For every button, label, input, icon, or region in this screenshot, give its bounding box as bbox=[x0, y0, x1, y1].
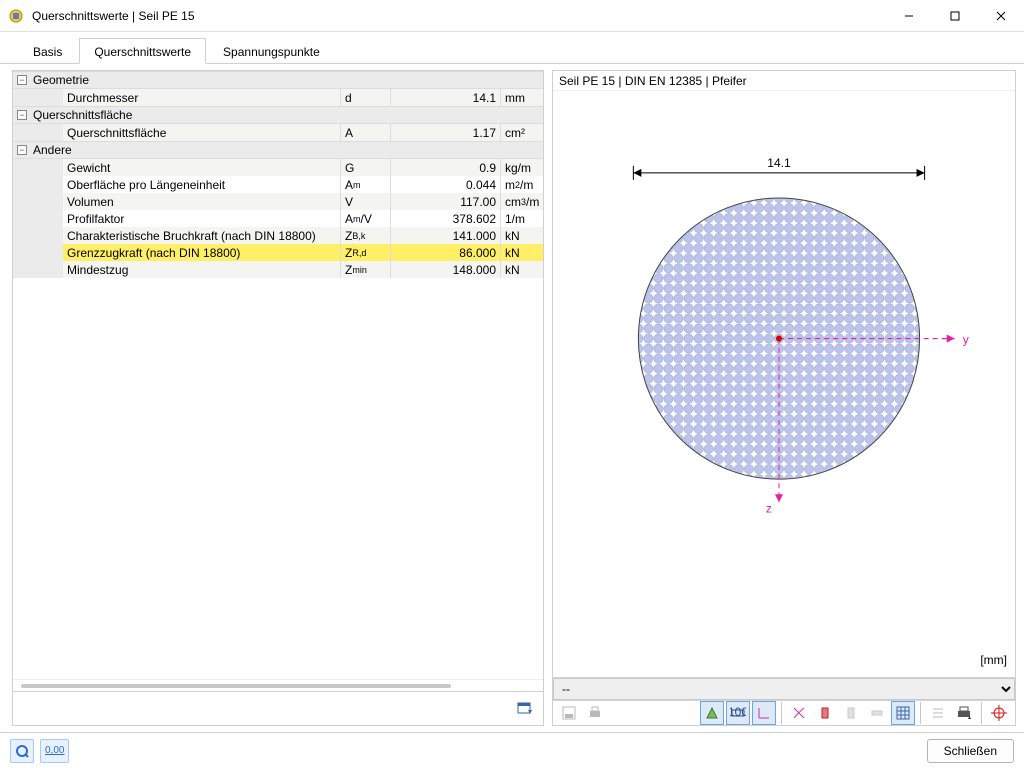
property-unit: kg/m bbox=[501, 159, 543, 176]
main-tabs: Basis Querschnittswerte Spannungspunkte bbox=[0, 32, 1024, 64]
property-symbol: d bbox=[341, 89, 391, 106]
property-symbol: Am/V bbox=[341, 210, 391, 227]
tab-basis[interactable]: Basis bbox=[18, 38, 77, 63]
close-window-button[interactable] bbox=[978, 0, 1024, 32]
help-button[interactable] bbox=[10, 739, 34, 763]
property-value: 117.00 bbox=[391, 193, 501, 210]
property-value: 148.000 bbox=[391, 261, 501, 278]
tool-stress3-icon[interactable] bbox=[865, 701, 889, 725]
property-symbol: Zmin bbox=[341, 261, 391, 278]
preview-title: Seil PE 15 | DIN EN 12385 | Pfeifer bbox=[553, 71, 1015, 91]
tool-grid-icon[interactable] bbox=[891, 701, 915, 725]
property-unit: kN bbox=[501, 261, 543, 278]
property-grid[interactable]: −GeometrieDurchmesserd14.1mm−Querschnitt… bbox=[13, 71, 543, 679]
group-header[interactable]: −Querschnittsfläche bbox=[13, 106, 543, 124]
property-symbol: A bbox=[341, 124, 391, 141]
property-name: Durchmesser bbox=[63, 89, 341, 106]
property-unit: cm3/m bbox=[501, 193, 543, 210]
property-unit: m2/m bbox=[501, 176, 543, 193]
property-unit: kN bbox=[501, 244, 543, 261]
tool-stress2-icon[interactable] bbox=[839, 701, 863, 725]
dimension-label: 14.1 bbox=[767, 156, 791, 170]
collapse-icon[interactable]: − bbox=[17, 75, 27, 85]
tool-view1-icon[interactable] bbox=[700, 701, 724, 725]
group-header[interactable]: −Geometrie bbox=[13, 71, 543, 89]
property-row[interactable]: Charakteristische Bruchkraft (nach DIN 1… bbox=[13, 227, 543, 244]
property-row[interactable]: MindestzugZmin148.000kN bbox=[13, 261, 543, 278]
property-unit: kN bbox=[501, 227, 543, 244]
property-name: Grenzzugkraft (nach DIN 18800) bbox=[63, 244, 341, 261]
tool-dimensions-icon[interactable]: 100 bbox=[726, 701, 750, 725]
property-value: 378.602 bbox=[391, 210, 501, 227]
property-unit: 1/m bbox=[501, 210, 543, 227]
property-unit: cm² bbox=[501, 124, 543, 141]
property-symbol: V bbox=[341, 193, 391, 210]
tool-stress1-icon[interactable] bbox=[813, 701, 837, 725]
tool-axes-icon[interactable] bbox=[752, 701, 776, 725]
property-symbol: ZR,d bbox=[341, 244, 391, 261]
status-bar: 0,00 Schließen bbox=[0, 732, 1024, 768]
property-row[interactable]: VolumenV117.00cm3/m bbox=[13, 193, 543, 210]
property-row[interactable]: ProfilfaktorAm/V378.6021/m bbox=[13, 210, 543, 227]
preview-dropdown-row: -- bbox=[553, 677, 1015, 700]
horizontal-scrollbar[interactable] bbox=[13, 679, 543, 691]
property-row[interactable]: QuerschnittsflächeA1.17cm² bbox=[13, 124, 543, 141]
tool-print-icon[interactable] bbox=[583, 701, 607, 725]
svg-text:100: 100 bbox=[730, 705, 746, 719]
tool-list-icon[interactable] bbox=[926, 701, 950, 725]
property-name: Mindestzug bbox=[63, 261, 341, 278]
property-symbol: ZB,k bbox=[341, 227, 391, 244]
group-header[interactable]: −Andere bbox=[13, 141, 543, 159]
property-row[interactable]: Oberfläche pro LängeneinheitAm0.044m2/m bbox=[13, 176, 543, 193]
property-panel: −GeometrieDurchmesserd14.1mm−Querschnitt… bbox=[12, 70, 544, 726]
property-value: 0.044 bbox=[391, 176, 501, 193]
property-value: 86.000 bbox=[391, 244, 501, 261]
tab-querschnittswerte[interactable]: Querschnittswerte bbox=[79, 38, 206, 64]
tab-spannungspunkte[interactable]: Spannungspunkte bbox=[208, 38, 335, 63]
property-name: Profilfaktor bbox=[63, 210, 341, 227]
tool-print2-icon[interactable] bbox=[952, 701, 976, 725]
property-value: 0.9 bbox=[391, 159, 501, 176]
property-name: Querschnittsfläche bbox=[63, 124, 341, 141]
property-row[interactable]: GewichtG0.9kg/m bbox=[13, 159, 543, 176]
property-unit: mm bbox=[501, 89, 543, 106]
property-row[interactable]: Durchmesserd14.1mm bbox=[13, 89, 543, 106]
axis-y-label: y bbox=[963, 333, 969, 347]
property-symbol: G bbox=[341, 159, 391, 176]
preview-unit: [mm] bbox=[980, 653, 1007, 667]
left-toolbar bbox=[13, 691, 543, 725]
minimize-button[interactable] bbox=[886, 0, 932, 32]
collapse-icon[interactable]: − bbox=[17, 145, 27, 155]
close-button[interactable]: Schließen bbox=[927, 739, 1014, 763]
preview-toolbar: 100 bbox=[553, 700, 1015, 725]
property-name: Gewicht bbox=[63, 159, 341, 176]
maximize-button[interactable] bbox=[932, 0, 978, 32]
decimals-button[interactable]: 0,00 bbox=[40, 739, 69, 763]
preview-canvas[interactable]: 14.1 y z [mm] bbox=[553, 91, 1015, 677]
export-icon[interactable] bbox=[513, 697, 537, 721]
property-name: Volumen bbox=[63, 193, 341, 210]
titlebar: Querschnittswerte | Seil PE 15 bbox=[0, 0, 1024, 32]
property-row[interactable]: Grenzzugkraft (nach DIN 18800)ZR,d86.000… bbox=[13, 244, 543, 261]
tool-target-icon[interactable] bbox=[987, 701, 1011, 725]
collapse-icon[interactable]: − bbox=[17, 110, 27, 120]
preview-panel: Seil PE 15 | DIN EN 12385 | Pfeifer 14.1 bbox=[552, 70, 1016, 726]
property-name: Oberfläche pro Längeneinheit bbox=[63, 176, 341, 193]
property-value: 14.1 bbox=[391, 89, 501, 106]
tool-shear-icon[interactable] bbox=[787, 701, 811, 725]
tool-save-icon[interactable] bbox=[557, 701, 581, 725]
app-icon bbox=[8, 8, 24, 24]
preview-dropdown[interactable]: -- bbox=[553, 678, 1015, 700]
window-title: Querschnittswerte | Seil PE 15 bbox=[32, 9, 886, 23]
property-value: 1.17 bbox=[391, 124, 501, 141]
property-symbol: Am bbox=[341, 176, 391, 193]
axis-z-label: z bbox=[766, 501, 772, 515]
property-name: Charakteristische Bruchkraft (nach DIN 1… bbox=[63, 227, 341, 244]
property-value: 141.000 bbox=[391, 227, 501, 244]
